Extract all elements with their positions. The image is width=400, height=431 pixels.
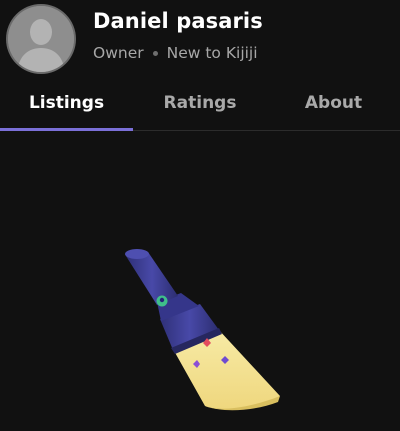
- user-name: Daniel pasaris: [93, 9, 263, 33]
- separator-dot: [152, 50, 158, 56]
- tab-listings[interactable]: Listings: [0, 80, 133, 128]
- tab-about[interactable]: About: [267, 80, 400, 128]
- profile-screen: Daniel pasaris Owner New to Kijiji Listi…: [0, 0, 400, 431]
- profile-tabs: Listings Ratings About: [0, 80, 400, 131]
- user-silhouette-icon: [8, 6, 74, 72]
- profile-header: Daniel pasaris Owner New to Kijiji: [0, 0, 400, 80]
- user-meta: Owner New to Kijiji: [93, 44, 258, 62]
- tab-ratings[interactable]: Ratings: [133, 80, 267, 128]
- user-role: Owner: [93, 44, 144, 62]
- flashlight-icon: [125, 249, 280, 411]
- user-status: New to Kijiji: [166, 44, 258, 62]
- avatar[interactable]: [8, 6, 74, 72]
- listings-empty-state: [0, 131, 400, 431]
